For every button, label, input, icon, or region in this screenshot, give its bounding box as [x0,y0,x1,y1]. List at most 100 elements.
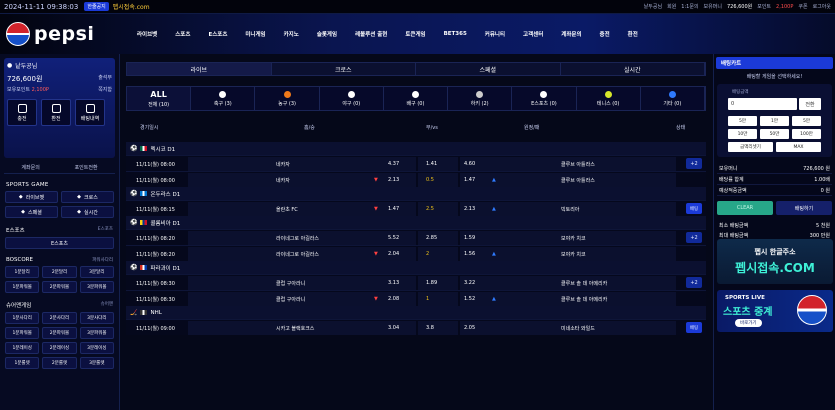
boscore-item[interactable]: 3분파워볼 [79,281,114,293]
top-coupon-link[interactable]: 쿠폰 [798,3,807,10]
nav-item[interactable]: 환전 [619,30,647,38]
sureman-item[interactable]: 3분사다리 [79,312,114,324]
sureman-item[interactable]: 2분파워볼 [42,327,77,339]
nav-item[interactable]: 라이브벳 [128,30,166,38]
nav-item[interactable]: 커뮤니티 [476,30,514,38]
amount-button[interactable]: 5만 [728,116,757,126]
address-banner[interactable]: 펩시 한글주소 펩시접속.COM [717,239,833,284]
sport-filter-0[interactable]: ALL 전체 (10) [127,87,192,110]
boscore-item[interactable]: 3분달리 [79,266,114,278]
sureman-item[interactable]: 1분레이싱 [5,342,40,354]
sureman-item[interactable]: 2분레이싱 [42,342,77,354]
tab-3[interactable]: 실시간 [560,63,705,75]
boscore-item[interactable]: 1분파워볼 [5,281,40,293]
boscore-item[interactable]: 2분달리 [42,266,77,278]
sureman-item[interactable]: 2분사다리 [42,312,77,324]
top-logout-link[interactable]: 로그아웃 [813,3,831,10]
tab-1[interactable]: 크로스 [271,63,416,75]
nav-item[interactable]: 계좌문의 [552,30,590,38]
account-inquiry-link[interactable]: 계좌문의 [21,164,39,171]
home-select[interactable] [188,173,416,187]
sport-filter-4[interactable]: 배구 (0) [383,87,449,110]
left-sidebar: ● 낱두공님 726,600원 출석부 보유포인트 2,100P 쪽지함 충전 환전 … [0,54,120,410]
sport-filter-7[interactable]: 테니스 (0) [576,87,641,110]
message-link[interactable]: 쪽지함 [98,86,112,93]
clear-button[interactable]: CLEAR [717,201,773,215]
sureman-item[interactable]: 2분룰렛 [42,357,77,369]
exchange-button[interactable]: 환전 [41,99,71,126]
nav-item[interactable]: 고객센터 [514,30,552,38]
league-name: 파라과이 D1 [150,265,181,272]
user-name-text: 낱두공님 [15,63,38,70]
more-markets-button[interactable]: +2 [686,232,702,243]
boscore-item[interactable]: 1분달리 [5,266,40,278]
nav-item[interactable]: E스포츠 [199,30,236,38]
amount-button[interactable]: 10만 [728,129,757,139]
draw-select[interactable] [418,202,458,216]
sports-game-item[interactable]: ◆ 실시간 [61,206,114,218]
sport-filter-8[interactable]: 기타 (0) [640,87,705,110]
brand-logo[interactable]: pepsi [0,14,120,54]
amount-button[interactable]: 5만 [792,116,821,126]
top-username[interactable]: 낱두공님 [644,3,662,10]
draw-select[interactable] [418,321,458,335]
sports-live-go-button[interactable]: 바로가기 [735,319,762,327]
amount-max-button[interactable]: MAX [776,142,821,152]
nav-item[interactable]: BET365 [435,31,476,37]
draw-select[interactable] [418,173,458,187]
nav-item[interactable]: 충전 [591,30,619,38]
nav-item[interactable]: 레볼루션 출현 [346,30,396,38]
sureman-item[interactable]: 1분파워볼 [5,327,40,339]
amount-button[interactable]: 50만 [760,129,789,139]
bet-amount-convert-button[interactable]: 전환 [799,98,821,110]
sports-game-item[interactable]: ◆ 라이브벳 [5,191,58,203]
sport-filter-3[interactable]: 야구 (0) [319,87,384,110]
sports-live-banner[interactable]: SPORTS LIVE 스포츠 중계 바로가기 [717,290,833,332]
site-address[interactable]: 펩시접속.com [113,2,150,11]
more-markets-button[interactable]: +2 [686,277,702,288]
amount-button[interactable]: 1만 [760,116,789,126]
draw-select[interactable] [418,247,458,261]
sureman-item[interactable]: 3분레이싱 [79,342,114,354]
sport-filter-2[interactable]: 농구 (3) [255,87,320,110]
sports-game-item[interactable]: ◆ 스페셜 [5,206,58,218]
charge-button[interactable]: 충전 [7,99,37,126]
amount-button[interactable]: 100만 [792,129,821,139]
bet-badge[interactable]: 배팅 [686,322,702,333]
attendance-link[interactable]: 출석부 [98,74,112,84]
sureman-item[interactable]: 3분룰렛 [79,357,114,369]
sport-filter-6[interactable]: E스포츠 (0) [512,87,577,110]
draw-select[interactable] [418,276,458,290]
place-bet-button[interactable]: 배팅하기 [776,201,832,215]
sport-filter-1[interactable]: 축구 (3) [191,87,256,110]
sports-game-item[interactable]: ◆ 크로스 [61,191,114,203]
nav-item[interactable]: 카지노 [275,30,308,38]
league-header: ⚽ 콜롬비아 D1 [126,216,706,229]
bet-badge[interactable]: 배팅 [686,203,702,214]
point-convert-link[interactable]: 포인트전환 [75,164,98,171]
amount-reset-button[interactable]: 금액리셋기 [728,142,773,152]
bet-history-button[interactable]: 배팅내역 [75,99,105,126]
esports-button[interactable]: E스포츠 [5,237,114,249]
draw-select[interactable] [418,157,458,171]
nav-item[interactable]: 스포츠 [166,30,199,38]
nav-item[interactable]: 토큰게임 [396,30,434,38]
sureman-item[interactable]: 3분파워볼 [79,327,114,339]
nav-item[interactable]: 미니게임 [236,30,274,38]
tab-0[interactable]: 라이브 [127,63,272,75]
limit-key: 최대 배팅금액 [719,232,749,239]
draw-select[interactable] [418,292,458,306]
home-select[interactable] [188,157,416,171]
more-markets-button[interactable]: +2 [686,158,702,169]
draw-select[interactable] [418,231,458,245]
home-select[interactable] [188,202,416,216]
tab-2[interactable]: 스페셜 [416,63,561,75]
nav-item[interactable]: 슬롯게임 [308,30,346,38]
sureman-item[interactable]: 1분룰렛 [5,357,40,369]
bet-amount-input[interactable]: 0 [728,98,797,110]
top-member-link[interactable]: 회원 [667,3,676,10]
top-inquiry-link[interactable]: 1:1문의 [681,3,698,10]
sureman-item[interactable]: 1분사다리 [5,312,40,324]
sport-filter-5[interactable]: 하키 (2) [448,87,513,110]
boscore-item[interactable]: 2분파워볼 [42,281,77,293]
